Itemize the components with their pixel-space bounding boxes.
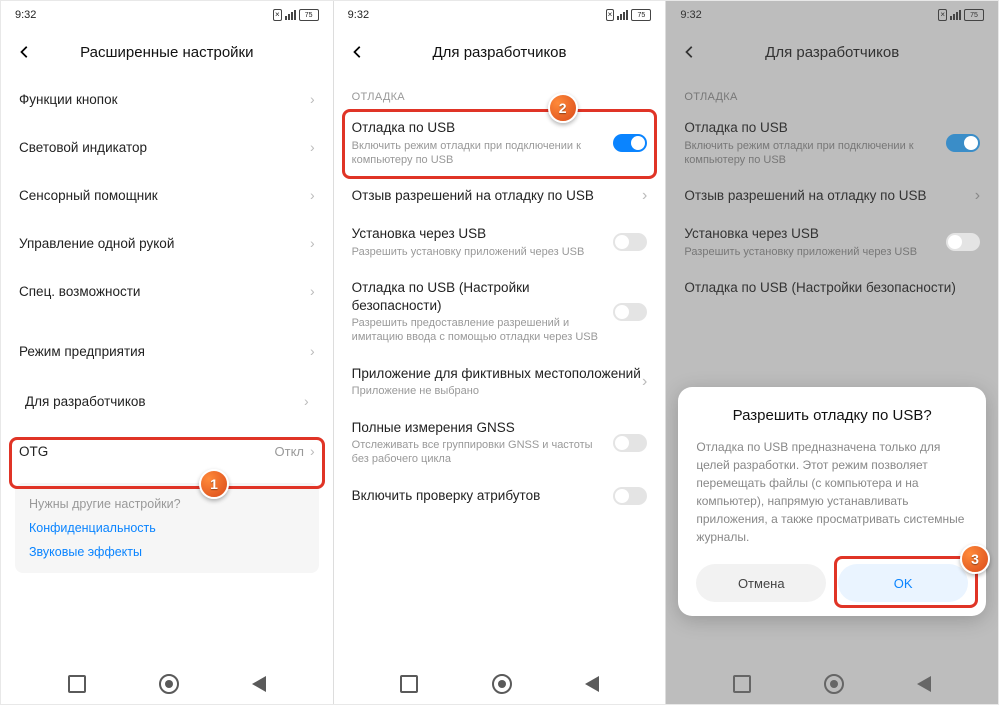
callout-badge-2: 2: [548, 93, 578, 123]
link-sound[interactable]: Звуковые эффекты: [29, 545, 305, 559]
nav-recent[interactable]: [400, 675, 418, 693]
toggle-gnss[interactable]: [613, 434, 647, 452]
row-mock-location[interactable]: Приложение для фиктивных местоположенийП…: [334, 355, 666, 409]
nav-back[interactable]: [917, 676, 931, 692]
toggle-usb-debug: [946, 134, 980, 152]
row-gnss[interactable]: Полные измерения GNSSОтслеживать все гру…: [334, 409, 666, 477]
back-button[interactable]: [348, 42, 368, 62]
row-developer[interactable]: Для разработчиков›: [7, 377, 327, 425]
chevron-right-icon: ›: [642, 373, 647, 391]
cancel-button[interactable]: Отмена: [696, 564, 826, 602]
callout-badge-1: 1: [199, 469, 229, 499]
card-icon: ×: [606, 9, 615, 21]
phone-screen-1: 9:32 × 75 Расширенные настройки Функции …: [1, 1, 334, 704]
row-buttons[interactable]: Функции кнопок›: [1, 75, 333, 123]
nav-home[interactable]: [492, 674, 512, 694]
status-bar: 9:32 × 75: [1, 1, 333, 29]
nav-bar: [666, 664, 998, 704]
toggle-install-usb: [946, 233, 980, 251]
status-bar: 9:32 × 75: [666, 1, 998, 29]
phone-screen-3: 9:32 × 75 Для разработчиков ОТЛАДКА Отла…: [666, 1, 998, 704]
row-usb-debug: Отладка по USBВключить режим отладки при…: [666, 109, 998, 177]
ok-button[interactable]: OK: [838, 564, 968, 602]
chevron-right-icon: ›: [310, 443, 315, 459]
signal-icon: [950, 10, 961, 20]
signal-icon: [285, 10, 296, 20]
section-header-debug: ОТЛАДКА: [666, 75, 998, 109]
row-one-hand[interactable]: Управление одной рукой›: [1, 219, 333, 267]
row-touch-assist[interactable]: Сенсорный помощник›: [1, 171, 333, 219]
row-otg[interactable]: OTGОткл›: [1, 427, 333, 475]
toggle-usb-security[interactable]: [613, 303, 647, 321]
dialog-body: Отладка по USB предназначена только для …: [696, 438, 968, 546]
chevron-right-icon: ›: [642, 187, 647, 205]
page-title: Для разработчиков: [334, 44, 666, 61]
dialog-allow-usb-debug: Разрешить отладку по USB? Отладка по USB…: [678, 387, 986, 616]
page-title: Для разработчиков: [666, 44, 998, 61]
row-install-usb: Установка через USBРазрешить установку п…: [666, 215, 998, 269]
toggle-attr-check[interactable]: [613, 487, 647, 505]
back-button[interactable]: [15, 42, 35, 62]
section-header-debug: ОТЛАДКА: [334, 75, 666, 109]
nav-recent[interactable]: [68, 675, 86, 693]
row-usb-debug[interactable]: Отладка по USBВключить режим отладки при…: [334, 109, 666, 177]
chevron-right-icon: ›: [304, 393, 309, 409]
header: Для разработчиков: [334, 29, 666, 75]
row-attr-check[interactable]: Включить проверку атрибутов: [334, 477, 666, 515]
chevron-right-icon: ›: [975, 187, 980, 205]
row-usb-security: Отладка по USB (Настройки безопасности): [666, 269, 998, 307]
link-privacy[interactable]: Конфиденциальность: [29, 521, 305, 535]
row-enterprise[interactable]: Режим предприятия›: [1, 327, 333, 375]
row-revoke-auth: Отзыв разрешений на отладку по USB ›: [666, 177, 998, 215]
row-install-usb[interactable]: Установка через USBРазрешить установку п…: [334, 215, 666, 269]
header: Для разработчиков: [666, 29, 998, 75]
callout-badge-3: 3: [960, 544, 990, 574]
status-bar: 9:32 × 75: [334, 1, 666, 29]
row-revoke-auth[interactable]: Отзыв разрешений на отладку по USB ›: [334, 177, 666, 215]
chevron-right-icon: ›: [310, 139, 315, 155]
battery-icon: 75: [631, 9, 651, 21]
battery-icon: 75: [299, 9, 319, 21]
nav-back[interactable]: [585, 676, 599, 692]
suggestions-card: Нужны другие настройки? Конфиденциальнос…: [15, 483, 319, 573]
row-usb-security[interactable]: Отладка по USB (Настройки безопасности)Р…: [334, 269, 666, 355]
chevron-right-icon: ›: [310, 283, 315, 299]
signal-icon: [617, 10, 628, 20]
nav-bar: [334, 664, 666, 704]
chevron-right-icon: ›: [310, 235, 315, 251]
row-accessibility[interactable]: Спец. возможности›: [1, 267, 333, 315]
page-title: Расширенные настройки: [1, 44, 333, 61]
card-icon: ×: [273, 9, 282, 21]
dialog-title: Разрешить отладку по USB?: [696, 407, 968, 424]
battery-icon: 75: [964, 9, 984, 21]
back-button[interactable]: [680, 42, 700, 62]
nav-back[interactable]: [252, 676, 266, 692]
nav-home[interactable]: [159, 674, 179, 694]
nav-recent[interactable]: [733, 675, 751, 693]
toggle-usb-debug[interactable]: [613, 134, 647, 152]
card-question: Нужны другие настройки?: [29, 497, 305, 511]
row-led[interactable]: Световой индикатор›: [1, 123, 333, 171]
nav-home[interactable]: [824, 674, 844, 694]
chevron-right-icon: ›: [310, 187, 315, 203]
card-icon: ×: [938, 9, 947, 21]
status-time: 9:32: [15, 9, 36, 21]
phone-screen-2: 9:32 × 75 Для разработчиков ОТЛАДКА Отла…: [334, 1, 667, 704]
status-time: 9:32: [680, 9, 701, 21]
nav-bar: [1, 664, 333, 704]
header: Расширенные настройки: [1, 29, 333, 75]
chevron-right-icon: ›: [310, 91, 315, 107]
status-time: 9:32: [348, 9, 369, 21]
toggle-install-usb[interactable]: [613, 233, 647, 251]
chevron-right-icon: ›: [310, 343, 315, 359]
